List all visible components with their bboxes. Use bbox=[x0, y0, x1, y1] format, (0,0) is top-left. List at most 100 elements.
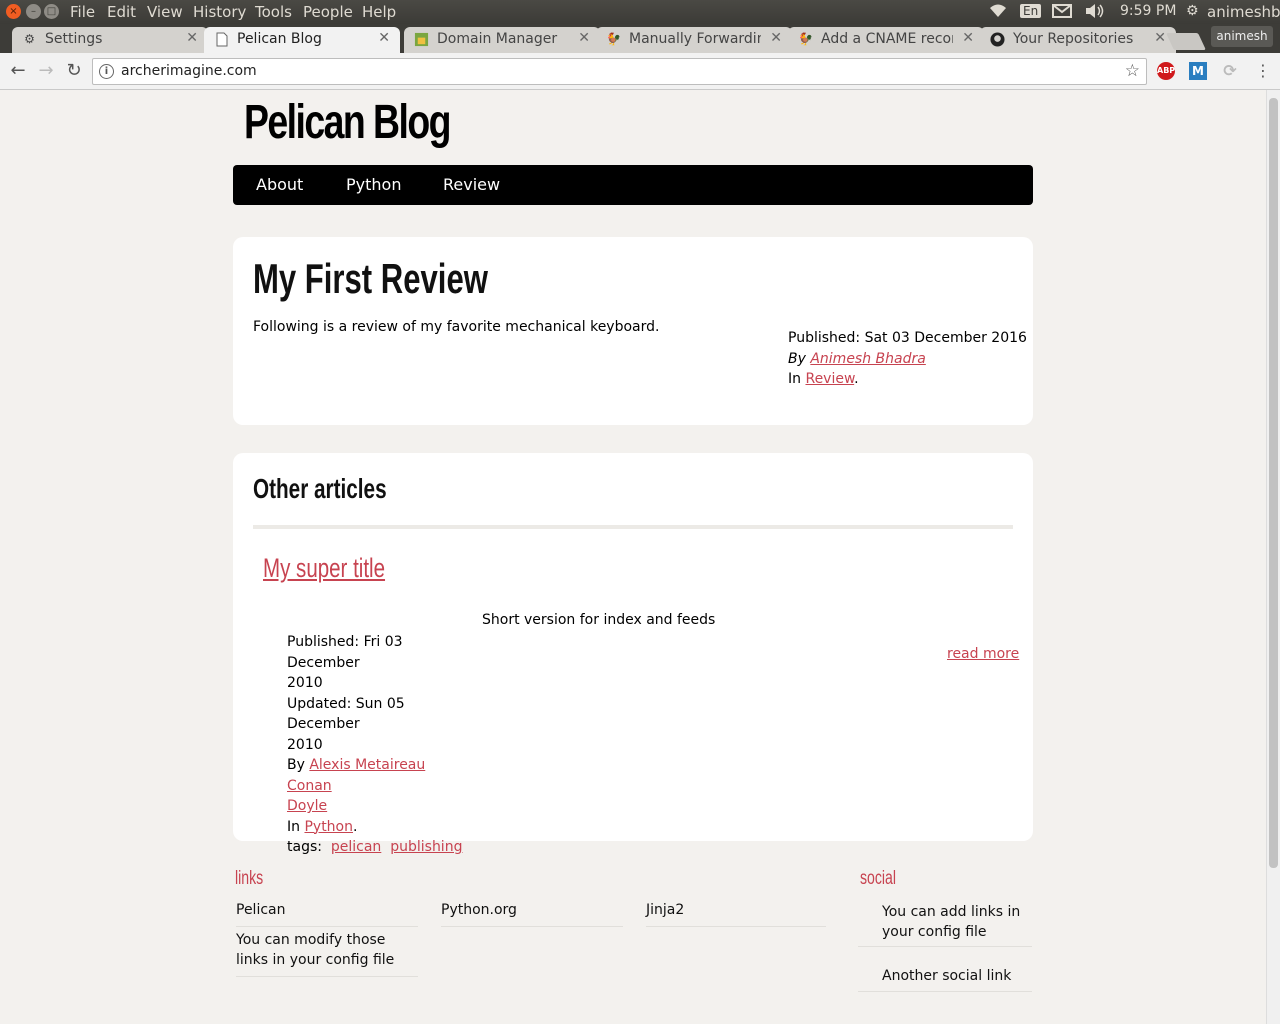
tag-link[interactable]: publishing bbox=[390, 839, 462, 855]
in-label: In bbox=[287, 818, 301, 835]
page-icon bbox=[214, 32, 229, 47]
published-year: 2010 bbox=[287, 675, 323, 691]
tab-pelican-blog[interactable]: Pelican Blog ✕ bbox=[204, 27, 400, 53]
menu-people[interactable]: People bbox=[303, 3, 353, 21]
updated-date: Updated: Sun 05 December bbox=[287, 695, 405, 733]
category-link[interactable]: Python bbox=[304, 819, 353, 835]
nav-about[interactable]: About bbox=[256, 175, 303, 194]
by-label: By bbox=[788, 350, 806, 367]
user-name[interactable]: animeshb bbox=[1207, 3, 1280, 21]
author-link[interactable]: Animesh Bhadra bbox=[810, 351, 926, 367]
mail-icon[interactable] bbox=[1052, 3, 1072, 23]
back-arrow-icon[interactable]: ← bbox=[7, 60, 29, 82]
github-icon bbox=[990, 32, 1005, 47]
article-title: My First Review bbox=[253, 255, 488, 302]
category-link[interactable]: Review bbox=[805, 371, 854, 387]
close-tab-icon[interactable]: ✕ bbox=[1154, 30, 1166, 46]
menu-view[interactable]: View bbox=[147, 3, 183, 21]
social-heading: social bbox=[860, 868, 896, 889]
in-label: In bbox=[788, 371, 802, 387]
nav-review[interactable]: Review bbox=[443, 175, 500, 194]
nav-python[interactable]: Python bbox=[346, 175, 401, 194]
tab-domain-manager[interactable]: Domain Manager ✕ bbox=[404, 27, 600, 53]
window-maximize-icon[interactable]: □ bbox=[44, 4, 59, 19]
main-nav: About Python Review bbox=[233, 165, 1033, 205]
post-summary: Short version for index and feeds bbox=[482, 612, 716, 628]
social-divider bbox=[858, 991, 1032, 992]
by-label: By bbox=[287, 757, 305, 773]
reload-icon[interactable]: ↻ bbox=[63, 60, 85, 82]
info-icon[interactable]: i bbox=[99, 64, 114, 79]
domain-icon bbox=[414, 32, 429, 47]
site-title[interactable]: Pelican Blog bbox=[244, 95, 452, 150]
tab-manually-forwarding[interactable]: 🐓 Manually Forwarding ✕ bbox=[596, 27, 792, 53]
author-link[interactable]: Alexis Metaireau bbox=[309, 757, 425, 773]
page-scrollbar[interactable] bbox=[1266, 90, 1280, 1024]
close-tab-icon[interactable]: ✕ bbox=[186, 30, 198, 46]
other-articles-card: Other articles My super title Short vers… bbox=[233, 453, 1033, 855]
footer-link-pelican[interactable]: Pelican bbox=[236, 900, 418, 927]
tab-title: Domain Manager bbox=[437, 31, 558, 47]
author-link-continued[interactable]: Doyle bbox=[287, 798, 327, 814]
tab-strip: ⚙ Settings ✕ 🐓 Manually Forwarding ✕ 🐓 A… bbox=[0, 24, 1280, 53]
post-meta: Published: Fri 03 December 2010 Updated:… bbox=[287, 632, 467, 858]
tags-label: tags: bbox=[287, 839, 322, 855]
social-divider bbox=[858, 946, 1032, 947]
url-text[interactable]: archerimagine.com bbox=[121, 63, 257, 79]
article-summary: Following is a review of my favorite mec… bbox=[253, 319, 660, 335]
gear-icon: ⚙ bbox=[24, 32, 35, 46]
article-card: My First Review Following is a review of… bbox=[233, 237, 1033, 425]
web-page: Pelican Blog About Python Review My Firs… bbox=[0, 90, 1266, 1024]
wifi-icon[interactable] bbox=[988, 3, 1008, 23]
more-menu-icon[interactable]: ⋮ bbox=[1252, 60, 1274, 82]
other-articles-heading: Other articles bbox=[253, 473, 387, 504]
new-tab-button[interactable] bbox=[1166, 33, 1206, 50]
menu-file[interactable]: File bbox=[70, 3, 95, 21]
social-link-config-note[interactable]: You can add links in your config file bbox=[882, 902, 1032, 948]
published-date: Published: Fri 03 December bbox=[287, 634, 403, 671]
profile-button[interactable]: animesh bbox=[1211, 26, 1273, 47]
tab-title: Settings bbox=[45, 31, 103, 47]
divider bbox=[253, 525, 1013, 529]
menu-help[interactable]: Help bbox=[362, 3, 396, 21]
close-tab-icon[interactable]: ✕ bbox=[578, 30, 590, 46]
tag-link[interactable]: pelican bbox=[331, 839, 381, 855]
footer-link-config-note[interactable]: You can modify those links in your confi… bbox=[236, 930, 418, 977]
tab-title: Manually Forwarding bbox=[629, 31, 761, 47]
author-link[interactable]: Conan bbox=[287, 778, 332, 794]
menu-tools[interactable]: Tools bbox=[255, 3, 292, 21]
close-tab-icon[interactable]: ✕ bbox=[378, 30, 390, 46]
read-more-link[interactable]: read more bbox=[947, 646, 1019, 662]
footer-link-python-org[interactable]: Python.org bbox=[441, 900, 623, 927]
window-minimize-icon[interactable]: – bbox=[26, 4, 41, 19]
tab-settings[interactable]: ⚙ Settings ✕ bbox=[12, 27, 208, 53]
tab-title: Add a CNAME record bbox=[821, 31, 953, 47]
links-heading: links bbox=[235, 868, 264, 889]
published-date: Published: Sat 03 December 2016 bbox=[788, 330, 1027, 346]
social-link-another[interactable]: Another social link bbox=[882, 966, 1032, 992]
tab-add-cname-record[interactable]: 🐓 Add a CNAME record ✕ bbox=[788, 27, 984, 53]
close-tab-icon[interactable]: ✕ bbox=[962, 30, 974, 46]
bookmark-star-icon[interactable]: ☆ bbox=[1125, 61, 1140, 81]
menu-edit[interactable]: Edit bbox=[107, 3, 136, 21]
browser-toolbar: ← → ↻ i archerimagine.com ☆ ABP M ⟳ ⋮ bbox=[0, 53, 1280, 90]
scrollbar-thumb[interactable] bbox=[1269, 98, 1278, 868]
forward-arrow-icon[interactable]: → bbox=[35, 60, 57, 82]
extension-sync-icon[interactable]: ⟳ bbox=[1221, 62, 1239, 80]
window-close-icon[interactable]: × bbox=[6, 4, 21, 19]
address-bar[interactable]: i archerimagine.com ☆ bbox=[92, 58, 1147, 85]
close-tab-icon[interactable]: ✕ bbox=[770, 30, 782, 46]
article-meta: Published: Sat 03 December 2016 By Anime… bbox=[788, 330, 1027, 387]
tab-your-repositories[interactable]: Your Repositories ✕ bbox=[980, 27, 1176, 53]
footer-link-jinja2[interactable]: Jinja2 bbox=[646, 900, 826, 927]
adblock-icon[interactable]: ABP bbox=[1157, 62, 1175, 80]
tab-title: Your Repositories bbox=[1013, 31, 1134, 47]
updated-year: 2010 bbox=[287, 736, 323, 753]
clock[interactable]: 9:59 PM bbox=[1120, 3, 1176, 19]
extension-m-icon[interactable]: M bbox=[1189, 62, 1207, 80]
volume-icon[interactable] bbox=[1084, 3, 1106, 23]
input-language-indicator[interactable]: En bbox=[1020, 4, 1042, 18]
settings-gear-icon[interactable]: ⚙ bbox=[1186, 3, 1199, 19]
menu-history[interactable]: History bbox=[193, 3, 246, 21]
post-title-link[interactable]: My super title bbox=[263, 553, 385, 584]
